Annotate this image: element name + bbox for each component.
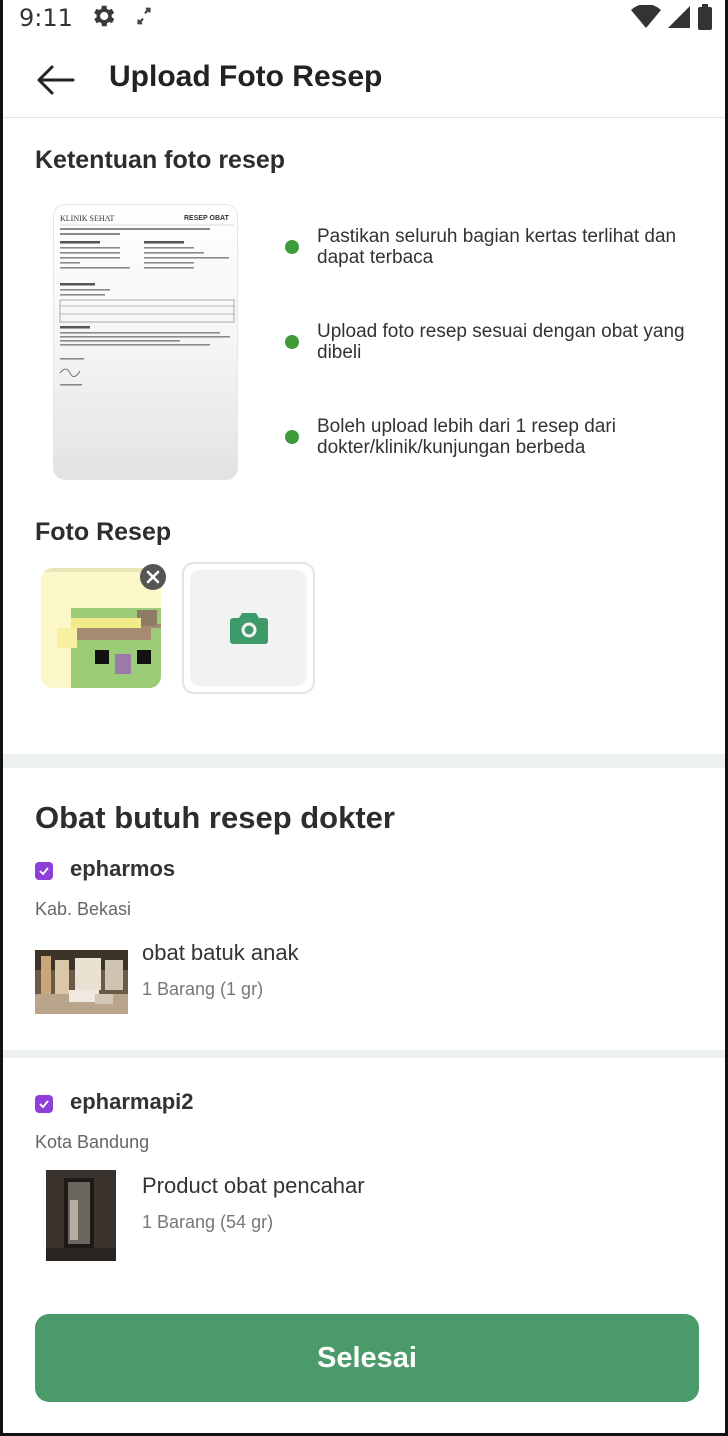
bullet-icon bbox=[285, 335, 299, 349]
requirement-item: Upload foto resep sesuai dengan obat yan… bbox=[283, 321, 703, 363]
product-name: obat batuk anak bbox=[142, 940, 299, 965]
signal-icon bbox=[668, 6, 690, 28]
store-name: epharmos bbox=[70, 856, 176, 881]
verified-badge-icon bbox=[35, 862, 53, 880]
bullet-icon bbox=[285, 430, 299, 444]
add-photo-button[interactable] bbox=[182, 562, 315, 694]
page-title: Upload Foto Resep bbox=[109, 60, 383, 93]
bullet-icon bbox=[285, 240, 299, 254]
close-circle-icon bbox=[146, 570, 160, 584]
back-button[interactable] bbox=[33, 60, 77, 100]
requirements-title: Ketentuan foto resep bbox=[35, 146, 286, 174]
product-quantity: 1 Barang (54 gr) bbox=[142, 1212, 274, 1232]
app-bar: Upload Foto Resep bbox=[3, 40, 725, 118]
example-doc-title: RESEP OBAT bbox=[184, 215, 230, 222]
screen: 9:11 Upload Foto Resep Ketentuan foto re… bbox=[0, 0, 728, 1436]
battery-icon bbox=[698, 4, 712, 30]
camera-icon bbox=[229, 613, 268, 644]
arrow-left-icon bbox=[37, 65, 75, 95]
prescription-section-title: Obat butuh resep dokter bbox=[35, 800, 395, 835]
example-prescription-image: KLINIK SEHAT RESEP OBAT bbox=[53, 204, 238, 480]
store-header: epharmos bbox=[35, 856, 175, 882]
requirement-item: Boleh upload lebih dari 1 resep dari dok… bbox=[283, 416, 703, 458]
store-city: Kota Bandung bbox=[35, 1132, 150, 1152]
photos-title: Foto Resep bbox=[35, 518, 172, 546]
status-bar: 9:11 bbox=[3, 0, 725, 36]
section-divider bbox=[3, 754, 725, 768]
product-name: Product obat pencahar bbox=[142, 1173, 365, 1198]
store-header: epharmapi2 bbox=[35, 1089, 194, 1115]
remove-photo-button[interactable] bbox=[140, 564, 166, 590]
product-quantity: 1 Barang (1 gr) bbox=[142, 979, 264, 999]
status-time: 9:11 bbox=[19, 4, 73, 32]
store-name: epharmapi2 bbox=[70, 1089, 194, 1114]
status-right-icons bbox=[631, 4, 713, 30]
verified-badge-icon bbox=[35, 1095, 53, 1113]
store-divider bbox=[3, 1050, 725, 1058]
product-image bbox=[35, 950, 128, 1014]
rotate-icon bbox=[137, 7, 151, 25]
wifi-icon bbox=[631, 5, 661, 28]
gear-icon bbox=[94, 5, 115, 27]
example-clinic-name: KLINIK SEHAT bbox=[60, 214, 115, 223]
product-image bbox=[46, 1170, 116, 1261]
requirement-item: Pastikan seluruh bagian kertas terlihat … bbox=[283, 226, 703, 268]
store-city: Kab. Bekasi bbox=[35, 899, 132, 919]
done-button[interactable]: Selesai bbox=[35, 1314, 699, 1402]
